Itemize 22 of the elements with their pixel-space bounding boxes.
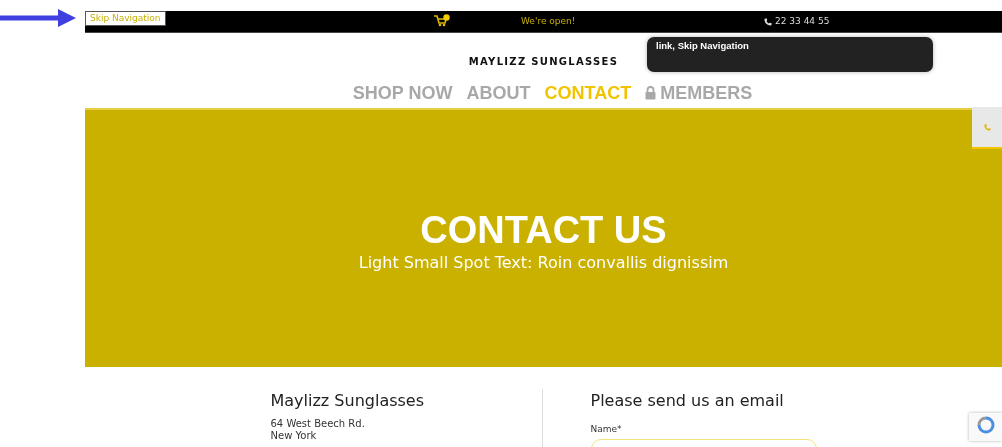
nav-link[interactable]: SHOP NOW <box>352 78 453 108</box>
phone-icon <box>764 17 772 26</box>
company-name: Maylizz Sunglasses <box>270 390 426 412</box>
nav-link[interactable]: CONTACT <box>544 78 632 108</box>
lock-icon <box>645 86 657 100</box>
phone-side-button[interactable] <box>972 107 1002 149</box>
phone-link[interactable]: 22 33 44 55 <box>764 15 830 29</box>
address-line: New York <box>270 430 318 442</box>
hero-subtitle: Light Small Spot Text: Roin convallis dignissim <box>358 252 729 275</box>
phone-icon <box>983 123 991 131</box>
form-title: Please send us an email <box>590 390 785 412</box>
nav-link[interactable]: MEMBERS <box>645 78 753 108</box>
field-label: Name* <box>590 423 623 436</box>
open-status-text: We're open! <box>521 15 576 28</box>
hero-title: CONTACT US <box>420 209 667 252</box>
arrow-icon <box>0 8 76 28</box>
recaptcha-icon <box>976 416 995 434</box>
skip-navigation-link[interactable]: Skip Navigation <box>85 11 166 26</box>
address-line: 64 West Beech Rd. <box>270 418 366 430</box>
tooltip: link, Skip Navigation <box>647 37 933 72</box>
nav-link[interactable]: ABOUT <box>466 78 531 108</box>
cart-icon[interactable] <box>434 14 450 27</box>
